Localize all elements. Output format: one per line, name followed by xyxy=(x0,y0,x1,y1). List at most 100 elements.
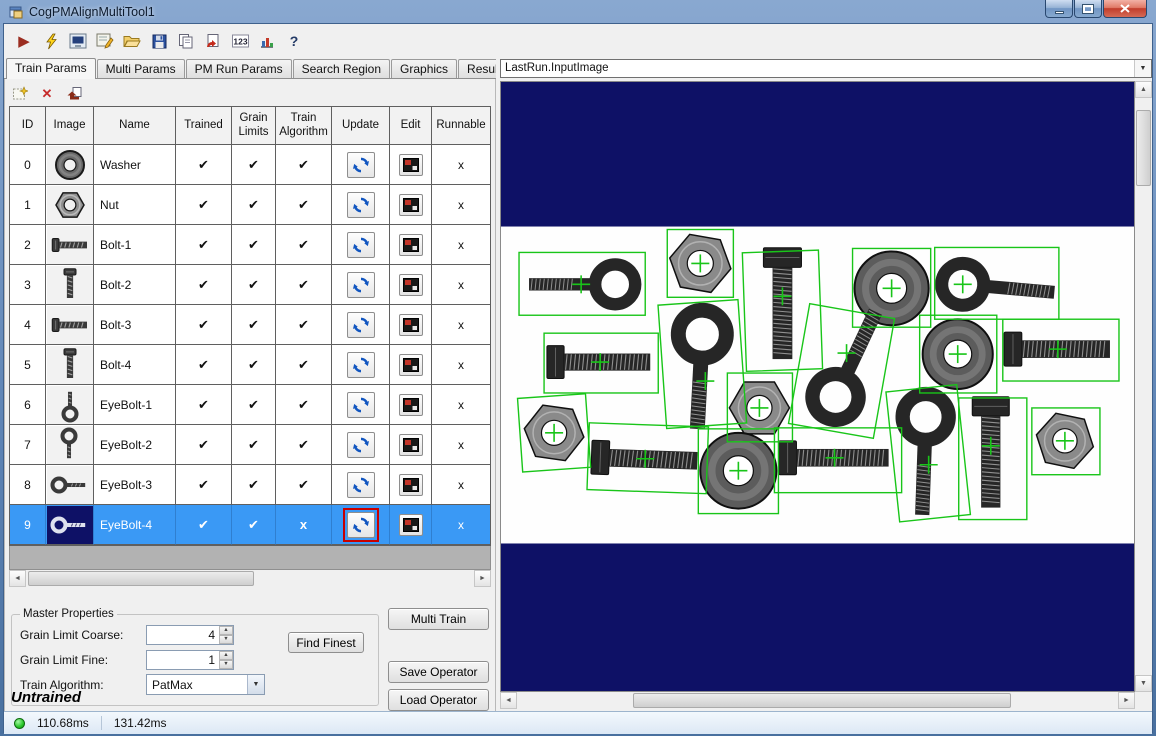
scroll-left-arrow[interactable]: ◄ xyxy=(500,692,517,709)
chart-button[interactable] xyxy=(255,29,279,53)
tab-search-region[interactable]: Search Region xyxy=(293,59,390,78)
edit-button[interactable] xyxy=(399,234,423,256)
update-button[interactable] xyxy=(347,472,375,498)
live-button[interactable] xyxy=(39,29,63,53)
refresh-icon xyxy=(352,396,370,414)
update-button[interactable] xyxy=(347,512,375,538)
edit-button[interactable] xyxy=(399,154,423,176)
table-row[interactable]: 0Washer✔✔✔x xyxy=(10,145,490,185)
update-wrap xyxy=(343,268,379,302)
left-panel: Train ParamsMulti ParamsPM Run ParamsSea… xyxy=(4,58,496,711)
table-row[interactable]: 8EyeBolt-3✔✔✔x xyxy=(10,465,490,505)
find-finest-button[interactable]: Find Finest xyxy=(288,632,364,653)
column-header: ID xyxy=(10,107,46,145)
edit-button[interactable] xyxy=(399,434,423,456)
scroll-up-arrow[interactable]: ▲ xyxy=(1135,81,1152,98)
column-header: Trained xyxy=(176,107,232,145)
edit-button[interactable] xyxy=(399,474,423,496)
edit-button[interactable] xyxy=(399,394,423,416)
table-row[interactable]: 6EyeBolt-1✔✔✔x xyxy=(10,385,490,425)
image-selector-combo[interactable]: LastRun.InputImage ▼ xyxy=(500,59,1152,78)
multi-train-button[interactable]: Multi Train xyxy=(388,608,489,630)
tool-display-button[interactable] xyxy=(66,29,90,53)
edit-button[interactable] xyxy=(399,314,423,336)
update-button[interactable] xyxy=(347,232,375,258)
load-operator-button[interactable]: Load Operator xyxy=(388,689,489,711)
new-pattern-button[interactable] xyxy=(9,83,31,103)
table-row[interactable]: 5Bolt-4✔✔✔x xyxy=(10,345,490,385)
save-button[interactable] xyxy=(147,29,171,53)
help-button[interactable]: ? xyxy=(282,29,306,53)
update-button[interactable] xyxy=(347,352,375,378)
scroll-down-arrow[interactable]: ▼ xyxy=(1135,675,1152,692)
update-button[interactable] xyxy=(347,192,375,218)
table-row[interactable]: 9EyeBolt-4✔✔xx xyxy=(10,505,490,545)
update-button[interactable] xyxy=(347,392,375,418)
minimize-button[interactable] xyxy=(1045,0,1073,18)
table-row[interactable]: 4Bolt-3✔✔✔x xyxy=(10,305,490,345)
scroll-right-arrow[interactable]: ► xyxy=(1118,692,1135,709)
image-display[interactable] xyxy=(500,81,1135,692)
update-button[interactable] xyxy=(347,312,375,338)
reset-button[interactable] xyxy=(201,29,225,53)
display-vscrollbar[interactable]: ▲ ▼ xyxy=(1135,81,1152,692)
grain-coarse-value[interactable]: 4 xyxy=(147,626,219,644)
edit-button[interactable] xyxy=(399,354,423,376)
scroll-left-arrow[interactable]: ◄ xyxy=(9,570,26,587)
cell-trained: ✔ xyxy=(176,225,232,265)
display-hscrollbar[interactable]: ◄ ► xyxy=(500,692,1152,709)
cell-train-algorithm: ✔ xyxy=(276,465,332,505)
update-button[interactable] xyxy=(347,152,375,178)
edit-button[interactable] xyxy=(399,194,423,216)
scroll-thumb[interactable] xyxy=(633,693,1011,708)
numeric-button[interactable]: 123 xyxy=(228,29,252,53)
grain-coarse-stepper[interactable]: 4 ▲ ▼ xyxy=(146,625,234,645)
import-pattern-button[interactable] xyxy=(63,83,85,103)
tool-edit-button[interactable] xyxy=(93,29,117,53)
tab-graphics[interactable]: Graphics xyxy=(391,59,457,78)
update-button[interactable] xyxy=(347,272,375,298)
maximize-button[interactable] xyxy=(1074,0,1102,18)
table-row[interactable]: 2Bolt-1✔✔✔x xyxy=(10,225,490,265)
train-algorithm-select[interactable]: PatMax ▼ xyxy=(146,674,265,695)
grid-hscrollbar[interactable]: ◄ ► xyxy=(9,570,491,587)
cell-trained: ✔ xyxy=(176,265,232,305)
table-row[interactable]: 7EyeBolt-2✔✔✔x xyxy=(10,425,490,465)
numeric-icon: 123 xyxy=(232,34,249,48)
stepper-up-icon[interactable]: ▲ xyxy=(219,651,233,660)
update-button[interactable] xyxy=(347,432,375,458)
cell-id: 1 xyxy=(10,185,46,225)
scroll-right-arrow[interactable]: ► xyxy=(474,570,491,587)
scroll-track[interactable] xyxy=(517,692,1118,709)
grain-fine-stepper[interactable]: 1 ▲ ▼ xyxy=(146,650,234,670)
stepper-down-icon[interactable]: ▼ xyxy=(219,660,233,669)
tab-train-params[interactable]: Train Params xyxy=(6,58,96,79)
cell-image xyxy=(46,305,94,345)
delete-pattern-button[interactable]: ✕ xyxy=(36,83,58,103)
new-pattern-icon xyxy=(12,86,28,101)
column-header: Image xyxy=(46,107,94,145)
close-button[interactable] xyxy=(1103,0,1147,18)
chevron-down-icon[interactable]: ▼ xyxy=(1134,60,1151,77)
scroll-thumb[interactable] xyxy=(1136,110,1151,186)
edit-button[interactable] xyxy=(399,274,423,296)
grain-fine-value[interactable]: 1 xyxy=(147,651,219,669)
cell-train-algorithm: ✔ xyxy=(276,305,332,345)
chevron-down-icon[interactable]: ▼ xyxy=(247,675,264,694)
scroll-track[interactable] xyxy=(1135,98,1152,675)
table-row[interactable]: 3Bolt-2✔✔✔x xyxy=(10,265,490,305)
stepper-down-icon[interactable]: ▼ xyxy=(219,635,233,644)
cell-grain-limits: ✔ xyxy=(232,345,276,385)
save-operator-button[interactable]: Save Operator xyxy=(388,661,489,683)
tab-pm-run-params[interactable]: PM Run Params xyxy=(186,59,292,78)
open-button[interactable] xyxy=(120,29,144,53)
copy-button[interactable] xyxy=(174,29,198,53)
edit-button[interactable] xyxy=(399,514,423,536)
stepper-up-icon[interactable]: ▲ xyxy=(219,626,233,635)
scroll-thumb[interactable] xyxy=(28,571,254,586)
tab-multi-params[interactable]: Multi Params xyxy=(97,59,185,78)
scroll-track[interactable] xyxy=(26,570,474,587)
table-row[interactable]: 1Nut✔✔✔x xyxy=(10,185,490,225)
pattern-thumbnail xyxy=(47,346,93,384)
run-button[interactable]: ▶ xyxy=(12,29,36,53)
